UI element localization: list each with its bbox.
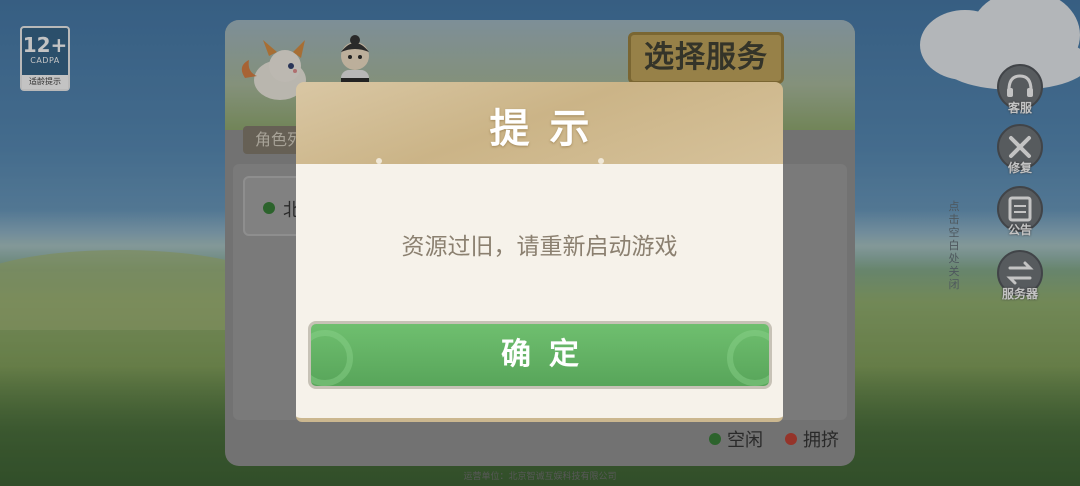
- alert-dialog: 提示 资源过旧，请重新启动游戏 确定: [296, 82, 783, 422]
- button-ornament: [727, 330, 769, 386]
- dialog-message: 资源过旧，请重新启动游戏: [401, 234, 678, 260]
- dialog-title: 提示: [489, 106, 610, 152]
- confirm-button-label: 确定: [501, 337, 597, 372]
- confirm-button[interactable]: 确定: [308, 321, 772, 389]
- button-ornament: [311, 330, 353, 386]
